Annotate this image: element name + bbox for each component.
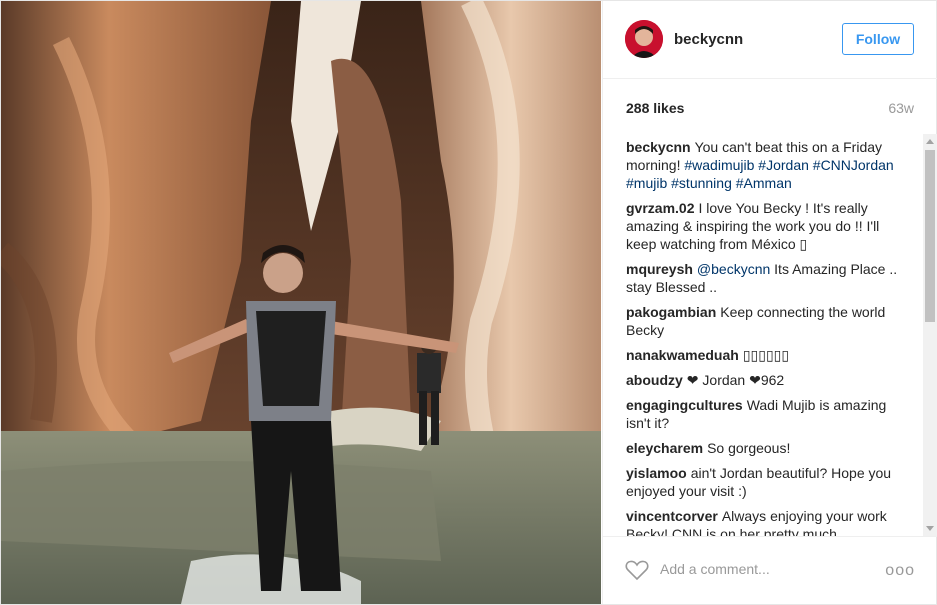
avatar-image [625, 20, 663, 58]
comment-username[interactable]: yislamoo [626, 465, 687, 481]
comment-item: mqureysh @beckycnn Its Amazing Place .. s… [626, 260, 908, 296]
comment-item: engagingcultures Wadi Mujib is amazing is… [626, 396, 908, 432]
comment-item: eleycharem So gorgeous! [626, 439, 908, 457]
post-photo[interactable] [1, 1, 601, 604]
username[interactable]: beckycnn [674, 31, 743, 48]
hashtag-link[interactable]: #CNNJordan [813, 157, 894, 173]
comment-item: pakogambian Keep connecting the world Bec… [626, 303, 908, 339]
hashtag-link[interactable]: #mujib [626, 175, 667, 191]
avatar[interactable] [625, 20, 663, 58]
comment-text: ▯▯▯▯▯▯ [742, 347, 790, 363]
hashtag-link[interactable]: #wadimujib [684, 157, 754, 173]
more-options-icon[interactable]: ooo [885, 562, 915, 580]
add-comment-input[interactable]: Add a comment... [660, 561, 770, 577]
comment-item: beckycnn You can't beat this on a Friday … [626, 138, 908, 192]
post-age[interactable]: 63w [888, 100, 914, 116]
scroll-down-icon[interactable] [926, 526, 934, 531]
comment-username[interactable]: vincentcorver [626, 508, 718, 524]
post-header: beckycnn Follow [603, 1, 937, 79]
comment-item: gvrzam.02 I love You Becky ! It's really … [626, 199, 908, 253]
comment-username[interactable]: nanakwameduah [626, 347, 739, 363]
hashtag-link[interactable]: #Jordan [758, 157, 809, 173]
comment-item: yislamoo ain't Jordan beautiful? Hope you… [626, 464, 908, 500]
comment-username[interactable]: gvrzam.02 [626, 200, 694, 216]
comment-username[interactable]: eleycharem [626, 440, 703, 456]
comment-username[interactable]: beckycnn [626, 139, 691, 155]
post-sidebar: beckycnn Follow 288 likes 63w beckycnn Yo… [602, 1, 937, 604]
canyon-photo [1, 1, 601, 604]
scroll-up-icon[interactable] [926, 139, 934, 144]
comment-text: ❤ Jordan ❤962 [686, 372, 785, 388]
comment-text: So gorgeous! [707, 440, 791, 456]
comment-username[interactable]: engagingcultures [626, 397, 743, 413]
comment-username[interactable]: aboudzy [626, 372, 683, 388]
comment-item: vincentcorver Always enjoying your work B… [626, 507, 908, 536]
comment-item: aboudzy ❤ Jordan ❤962 [626, 371, 908, 389]
instagram-post: beckycnn Follow 288 likes 63w beckycnn Yo… [0, 0, 937, 605]
comment-username[interactable]: mqureysh [626, 261, 693, 277]
likes-count[interactable]: 288 likes [626, 100, 684, 116]
heart-icon[interactable] [625, 559, 649, 581]
hashtag-link[interactable]: @beckycnn [697, 261, 770, 277]
comments-list: beckycnn You can't beat this on a Friday … [626, 138, 908, 536]
hashtag-link[interactable]: #stunning [671, 175, 732, 191]
post-footer: Add a comment... ooo [603, 536, 937, 604]
comment-item: nanakwameduah ▯▯▯▯▯▯ [626, 346, 908, 364]
scrollbar-thumb[interactable] [925, 150, 935, 322]
hashtag-link[interactable]: #Amman [736, 175, 792, 191]
comments-scrollbar[interactable] [923, 134, 937, 536]
follow-button[interactable]: Follow [842, 23, 914, 55]
comment-username[interactable]: pakogambian [626, 304, 716, 320]
